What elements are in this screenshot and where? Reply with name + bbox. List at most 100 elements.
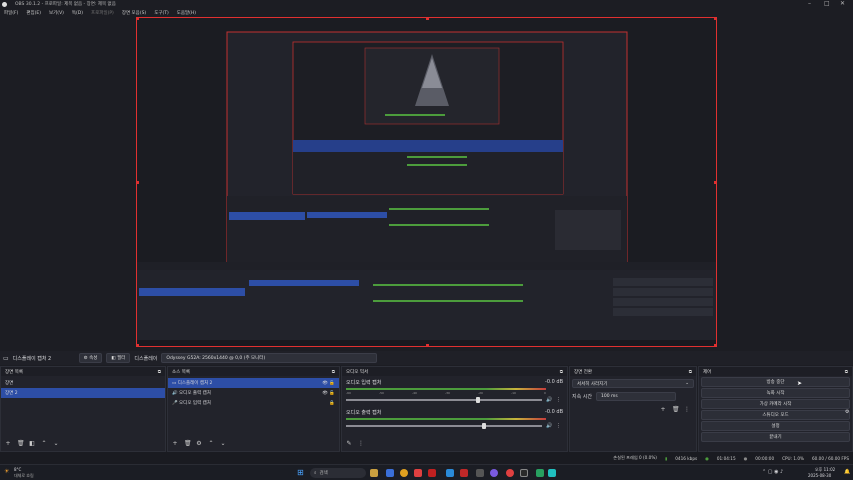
search-placeholder: 검색 xyxy=(319,471,328,476)
volume-slider[interactable] xyxy=(346,423,542,429)
filter-icon[interactable]: ◧ xyxy=(29,441,35,447)
slider-handle[interactable] xyxy=(482,423,486,429)
filters-button[interactable]: ◧ 필터 xyxy=(106,353,131,363)
properties-button[interactable]: ⚙ 속성 xyxy=(78,353,103,363)
menu-dock[interactable]: 독(D) xyxy=(72,10,83,16)
obs-icon[interactable] xyxy=(520,469,528,477)
app-icon[interactable] xyxy=(506,469,514,477)
clock-date[interactable]: 2025-08-30 xyxy=(808,473,831,478)
menu-profile[interactable]: 프로파일(P) xyxy=(91,10,114,16)
source-item[interactable]: ▭ 디스플레이 캡처 2 👁 🔓 xyxy=(168,378,339,388)
trash-icon[interactable]: 🗑 xyxy=(184,441,192,447)
app-icon[interactable] xyxy=(428,469,436,477)
status-bar: 손실된 프레임 0 (0.0%) ▮ 0416 kbps ● 01:04:15 … xyxy=(0,452,853,464)
start-virtual-camera-button[interactable]: 가상 카메라 시작 xyxy=(701,399,850,409)
more-icon[interactable]: ⋮ xyxy=(556,397,561,403)
add-icon[interactable]: + xyxy=(5,441,11,447)
taskbar-search[interactable]: ⌕ 검색 xyxy=(310,468,366,478)
resize-handle[interactable] xyxy=(426,18,429,20)
eye-icon[interactable]: 👁 xyxy=(322,391,328,396)
add-icon[interactable]: + xyxy=(660,407,666,413)
taskbar: ☀ 8°C 대체로 흐림 ⊞ ⌕ 검색 ⌃ ▢ ◉ ♪ 오후 11:02 2025… xyxy=(0,464,853,480)
wrench-icon[interactable]: ✎ xyxy=(346,441,352,447)
float-dock-icon[interactable]: ⧉ xyxy=(845,369,848,375)
settings-button[interactable]: 설정 xyxy=(701,421,850,431)
preview-canvas[interactable] xyxy=(136,17,717,347)
resize-handle[interactable] xyxy=(137,18,139,20)
source-item[interactable]: 🔊 오디오 출력 캡처 👁 🔓 xyxy=(168,388,339,398)
channel-db: -0.0 dB xyxy=(545,409,563,415)
more-icon[interactable]: ⋮ xyxy=(684,407,690,413)
stop-streaming-button[interactable]: 방송 중단 xyxy=(701,377,850,387)
menu-view[interactable]: 보기(V) xyxy=(49,10,64,16)
resize-handle[interactable] xyxy=(137,181,139,184)
menu-tools[interactable]: 도구(T) xyxy=(154,10,169,16)
start-recording-button[interactable]: 녹화 시작 xyxy=(701,388,850,398)
volume-slider[interactable] xyxy=(346,397,542,403)
lock-icon[interactable]: 🔓 xyxy=(329,381,335,386)
menu-edit[interactable]: 편집(E) xyxy=(26,10,41,16)
add-icon[interactable]: + xyxy=(172,441,178,447)
menu-scene-collection[interactable]: 장면 모음(S) xyxy=(122,10,146,16)
chevron-up-icon[interactable]: ⌃ xyxy=(208,441,214,447)
record-time: 00:00:00 xyxy=(755,455,775,461)
float-dock-icon[interactable]: ⧉ xyxy=(158,369,161,375)
properties-label: 속성 xyxy=(89,356,98,361)
resize-handle[interactable] xyxy=(137,344,139,346)
app-icon[interactable] xyxy=(446,469,454,477)
float-dock-icon[interactable]: ⧉ xyxy=(560,369,563,375)
resize-handle[interactable] xyxy=(714,344,716,346)
stream-icon: ● xyxy=(705,455,709,461)
app-icon[interactable] xyxy=(490,469,498,477)
app-icon[interactable] xyxy=(414,469,422,477)
more-icon[interactable]: ⋮ xyxy=(556,423,561,429)
minimize-icon[interactable]: – xyxy=(808,0,811,7)
lock-icon[interactable]: 🔓 xyxy=(329,391,335,396)
menu-file[interactable]: 파일(F) xyxy=(4,10,18,16)
transition-select[interactable]: 서서히 사라지기 ⌄ xyxy=(572,379,694,388)
lock-icon[interactable]: 🔒 xyxy=(329,401,335,406)
app-icon[interactable] xyxy=(476,469,484,477)
gear-icon[interactable]: ⚙ xyxy=(196,441,202,447)
resize-handle[interactable] xyxy=(714,18,716,20)
exit-button[interactable]: 끝내기 xyxy=(701,432,850,442)
scene-item[interactable]: 장면 2 xyxy=(1,388,165,398)
scene-item[interactable]: 장면 xyxy=(1,378,165,388)
source-item[interactable]: 🎤 오디오 입력 캡처 🔒 xyxy=(168,398,339,408)
float-dock-icon[interactable]: ⧉ xyxy=(689,369,692,375)
chevron-up-icon[interactable]: ⌃ xyxy=(41,441,47,447)
app-icon[interactable] xyxy=(386,469,394,477)
menu-help[interactable]: 도움말(H) xyxy=(177,10,196,16)
resize-handle[interactable] xyxy=(714,181,716,184)
duration-input[interactable]: 100 ms xyxy=(596,392,676,401)
audio-mixer-dock: 오디오 믹서 ⧉ 오디오 입력 캡처 -0.0 dB -60 -50 -40 -30 -20… xyxy=(341,366,568,452)
resize-handle[interactable] xyxy=(426,344,429,346)
notification-icon[interactable]: 🔔 xyxy=(844,469,850,475)
volume-meter xyxy=(346,418,546,420)
speaker-icon[interactable]: 🔊 xyxy=(546,423,552,429)
studio-mode-button[interactable]: 스튜디오 모드 xyxy=(701,410,850,420)
maximize-icon[interactable]: □ xyxy=(824,0,830,7)
slider-handle[interactable] xyxy=(476,397,480,403)
app-icon[interactable] xyxy=(536,469,544,477)
tray-icons[interactable]: ⌃ ▢ ◉ ♪ xyxy=(762,469,783,475)
dropped-frames: 손실된 프레임 0 (0.0%) xyxy=(613,455,657,460)
chevron-down-icon[interactable]: ⌄ xyxy=(220,441,226,447)
gear-icon[interactable]: ⚙ xyxy=(845,409,849,415)
record-icon: ● xyxy=(743,455,748,461)
display-select[interactable]: Odyssey G52A: 2560x1440 @ 0,0 (주 모니터) xyxy=(161,353,378,363)
chrome-icon[interactable] xyxy=(400,469,408,477)
trash-icon[interactable]: 🗑 xyxy=(17,441,25,447)
netflix-icon[interactable] xyxy=(460,469,468,477)
eye-icon[interactable]: 👁 xyxy=(322,381,328,386)
close-icon[interactable]: ✕ xyxy=(840,0,845,7)
app-icon[interactable] xyxy=(548,469,556,477)
trash-icon[interactable]: 🗑 xyxy=(672,407,680,413)
float-dock-icon[interactable]: ⧉ xyxy=(332,369,335,375)
speaker-icon[interactable]: 🔊 xyxy=(546,397,552,403)
cpu-usage: CPU: 1.0% xyxy=(782,455,805,461)
chevron-down-icon[interactable]: ⌄ xyxy=(53,441,59,447)
app-icon[interactable] xyxy=(370,469,378,477)
more-icon[interactable]: ⋮ xyxy=(358,441,364,447)
windows-start-icon[interactable]: ⊞ xyxy=(297,468,304,477)
